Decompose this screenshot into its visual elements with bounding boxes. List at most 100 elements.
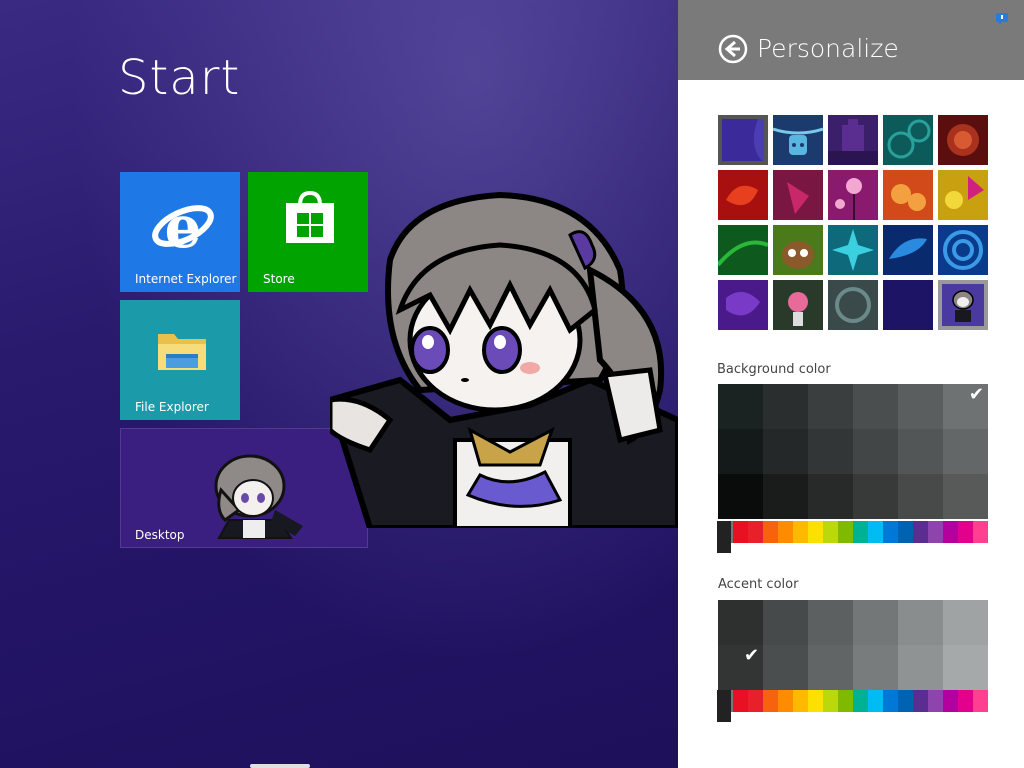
background-character-artwork [330,191,678,528]
color-swatch[interactable] [763,600,808,645]
pattern-swatch[interactable] [718,115,768,165]
color-swatch[interactable] [763,474,808,519]
pattern-swatch[interactable] [883,115,933,165]
hue-segment[interactable] [748,521,763,543]
color-swatch[interactable] [718,600,763,645]
pattern-swatch[interactable] [938,225,988,275]
pattern-swatch[interactable] [718,225,768,275]
hue-segment[interactable] [763,690,778,712]
pattern-swatch[interactable] [773,225,823,275]
pattern-swatch[interactable] [718,280,768,330]
start-title: Start [118,50,241,106]
hue-segment[interactable] [928,521,943,543]
color-swatch[interactable] [763,645,808,690]
hue-segment[interactable] [958,521,973,543]
notification-icon[interactable] [995,12,1009,26]
hue-slider-thumb[interactable] [717,521,731,553]
color-swatch[interactable] [763,429,808,474]
color-swatch[interactable] [943,474,988,519]
hue-segment[interactable] [943,690,958,712]
color-swatch[interactable] [943,429,988,474]
color-swatch[interactable] [808,429,853,474]
hue-segment[interactable] [838,521,853,543]
hue-segment[interactable] [868,521,883,543]
hue-segment[interactable] [898,521,913,543]
tile-label: Internet Explorer [135,272,237,286]
panel-header: Personalize [678,0,1024,80]
color-swatch[interactable] [763,384,808,429]
hue-segment[interactable] [973,690,988,712]
checkmark-icon: ✔ [968,384,984,405]
tile-file-explorer[interactable]: File Explorer [120,300,240,420]
pattern-swatch-selected[interactable] [938,280,988,330]
tile-internet-explorer[interactable]: e Internet Explorer [120,172,240,292]
hue-segment[interactable] [808,690,823,712]
hue-segment[interactable] [928,690,943,712]
color-swatch[interactable] [898,645,943,690]
hue-segment[interactable] [808,521,823,543]
hue-segment[interactable] [793,690,808,712]
scrollbar[interactable] [250,764,310,768]
accent-hue-slider[interactable] [717,690,988,722]
pattern-swatch[interactable] [773,280,823,330]
color-swatch[interactable] [898,384,943,429]
hue-segment[interactable] [853,521,868,543]
color-swatch[interactable] [853,600,898,645]
color-swatch[interactable] [943,600,988,645]
color-swatch[interactable] [718,384,763,429]
pattern-swatch[interactable] [828,225,878,275]
color-swatch[interactable] [898,474,943,519]
color-swatch[interactable] [808,600,853,645]
color-swatch[interactable] [808,384,853,429]
color-swatch[interactable] [853,429,898,474]
pattern-swatch[interactable] [773,170,823,220]
hue-segment[interactable] [733,521,748,543]
tile-label: Store [263,272,295,286]
hue-segment[interactable] [913,690,928,712]
hue-segment[interactable] [763,521,778,543]
hue-segment[interactable] [838,690,853,712]
color-swatch[interactable] [943,645,988,690]
pattern-swatch[interactable] [773,115,823,165]
pattern-swatch[interactable] [938,115,988,165]
hue-segment[interactable] [913,521,928,543]
pattern-swatch[interactable] [828,170,878,220]
pattern-swatch[interactable] [938,170,988,220]
pattern-swatch[interactable] [883,170,933,220]
color-swatch[interactable] [808,645,853,690]
color-swatch[interactable] [718,429,763,474]
color-swatch-selected[interactable]: ✔ [943,384,988,429]
hue-segment[interactable] [748,690,763,712]
hue-segment[interactable] [883,690,898,712]
pattern-swatch[interactable] [883,225,933,275]
pattern-swatch[interactable] [828,280,878,330]
color-swatch[interactable] [853,474,898,519]
hue-segment[interactable] [853,690,868,712]
hue-segment[interactable] [778,690,793,712]
color-swatch[interactable] [898,600,943,645]
color-swatch[interactable] [718,474,763,519]
hue-slider-thumb[interactable] [717,690,731,722]
hue-segment[interactable] [778,521,793,543]
hue-segment[interactable] [868,690,883,712]
background-hue-slider[interactable] [717,521,988,553]
color-swatch[interactable] [853,384,898,429]
hue-segment[interactable] [973,521,988,543]
hue-segment[interactable] [898,690,913,712]
hue-segment[interactable] [823,521,838,543]
tile-label: File Explorer [135,400,209,414]
color-swatch[interactable] [853,645,898,690]
pattern-swatch[interactable] [883,280,933,330]
color-swatch[interactable] [898,429,943,474]
pattern-swatch[interactable] [718,170,768,220]
hue-segment[interactable] [943,521,958,543]
color-swatch-selected[interactable]: ✔ [718,645,763,690]
hue-segment[interactable] [823,690,838,712]
pattern-swatch[interactable] [828,115,878,165]
back-arrow-icon[interactable] [718,34,748,64]
hue-segment[interactable] [883,521,898,543]
color-swatch[interactable] [808,474,853,519]
hue-segment[interactable] [793,521,808,543]
hue-segment[interactable] [958,690,973,712]
hue-segment[interactable] [733,690,748,712]
